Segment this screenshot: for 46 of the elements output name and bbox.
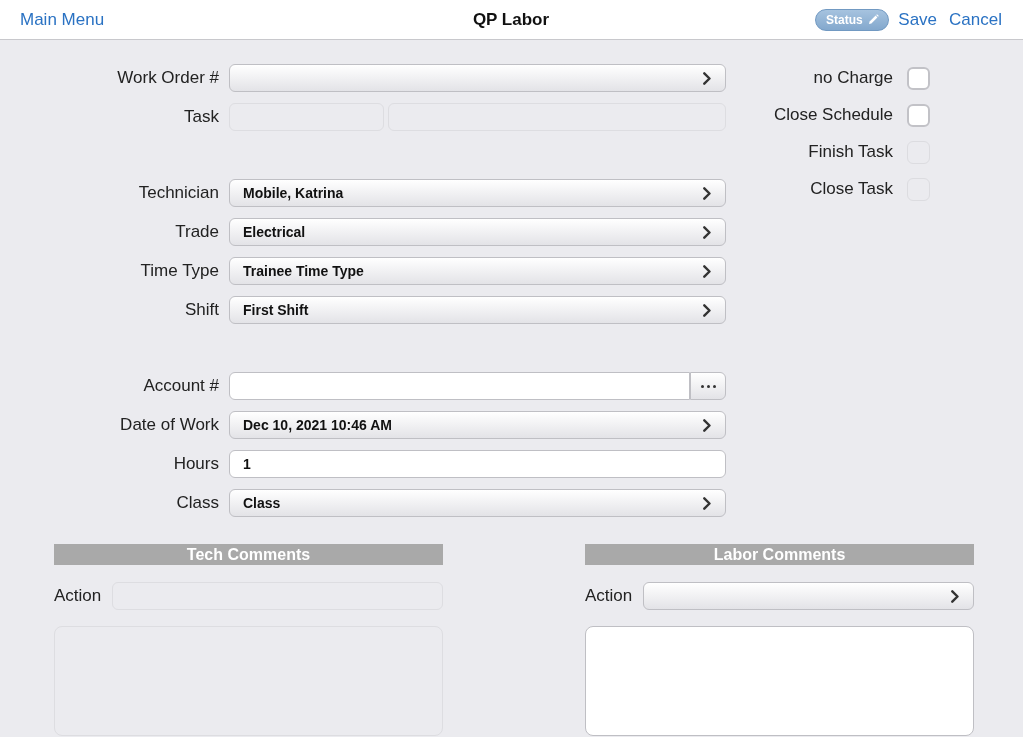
picker-button[interactable]: Trainee Time Type (229, 257, 726, 285)
field-label: Technician (138, 182, 219, 205)
field-label: Date of Work (120, 414, 219, 437)
chevron-right-icon (703, 496, 711, 510)
chevron-right-icon (703, 303, 711, 317)
checkbox-label: Finish Task (808, 141, 893, 164)
checkbox-label: no Charge (813, 67, 893, 90)
field-label: Trade (175, 221, 219, 244)
field-label: Work Order # (117, 67, 219, 90)
field-label: Class (176, 492, 219, 515)
section-header: Tech Comments (54, 544, 443, 565)
checkbox-label: Close Task (810, 178, 893, 201)
chevron-right-icon (951, 589, 959, 603)
text-field[interactable] (229, 372, 690, 400)
chevron-right-icon (703, 264, 711, 278)
checkbox[interactable] (907, 103, 930, 127)
picker-button[interactable]: Mobile, Katrina (229, 179, 726, 207)
picker-button[interactable]: Electrical (229, 218, 726, 246)
section-header: Labor Comments (585, 544, 974, 565)
picker-button[interactable]: Class (229, 489, 726, 517)
text-button[interactable]: Save (898, 6, 938, 33)
chevron-right-icon (703, 186, 711, 200)
comment-field[interactable] (585, 626, 974, 736)
field-label: Action (585, 585, 633, 608)
field-label: Task (184, 106, 219, 129)
text-field[interactable]: 1 (229, 450, 726, 478)
main-menu-link[interactable]: Main Menu (20, 6, 105, 33)
checkbox-label: Close Schedule (773, 104, 893, 127)
more-button[interactable] (690, 372, 726, 400)
picker-button[interactable] (229, 64, 726, 92)
field-label: Shift (184, 299, 219, 322)
text-button[interactable]: Cancel (949, 6, 1002, 33)
chevron-right-icon (703, 418, 711, 432)
pencil-icon (867, 14, 879, 25)
chevron-right-icon (703, 225, 711, 239)
picker-button[interactable] (643, 582, 974, 610)
field-label: Action (54, 585, 102, 608)
chevron-right-icon (703, 71, 711, 85)
screen-title: QP Labor (472, 8, 550, 31)
picker-button[interactable]: First Shift (229, 296, 726, 324)
field-label: Account # (143, 375, 219, 398)
picker-button[interactable]: Dec 10, 2021 10:46 AM (229, 411, 726, 439)
field-label: Hours (173, 453, 219, 476)
checkbox[interactable] (907, 66, 930, 90)
field-label: Time Type (140, 260, 219, 283)
ellipsis-icon (700, 384, 716, 388)
